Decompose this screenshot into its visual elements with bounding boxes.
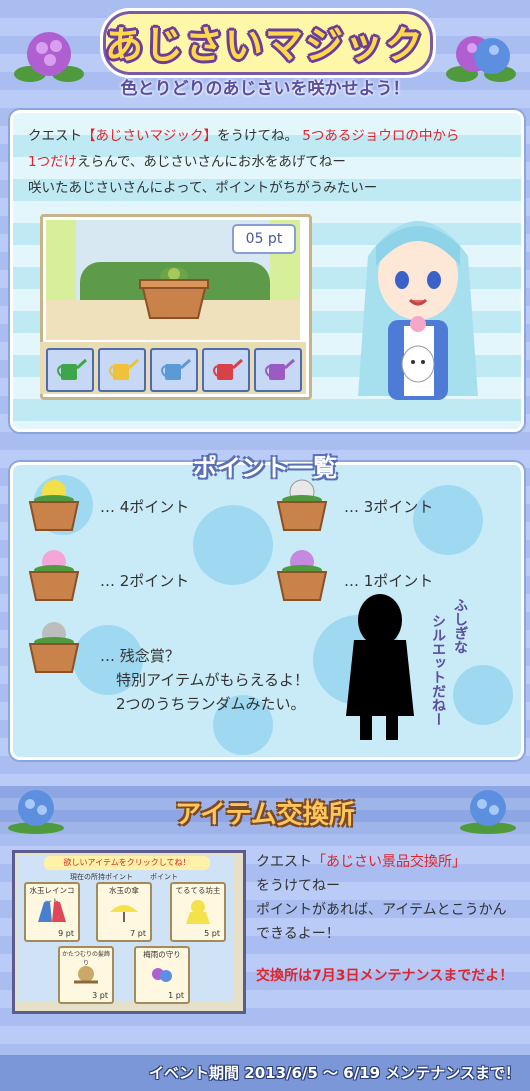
intro-word: をうけてね。 [217,128,298,144]
page-subtitle: 色とりどりのあじさいを咲かせよう！ [120,79,410,99]
character-illustration [358,221,478,400]
watering-can-red-button[interactable] [202,348,250,392]
watering-can-yellow-button[interactable] [98,348,146,392]
item-exchange-text: クエスト「あじさい景品交換所」 をうけてねー ポイントがあれば、アイテムとこうか… [256,850,526,988]
exchange-quest-name: 「あじさい景品交換所」 [312,854,466,870]
watering-can-green-button[interactable] [46,348,94,392]
intro-highlight: 5つあるジョウロの中から [302,128,460,144]
item-price: 9 pt [58,929,74,938]
watering-can-icon [109,358,139,380]
points-row-3: … 3ポイント [344,498,434,516]
item-price: 1 pt [168,991,184,1000]
exchange-notice: 交換所は7月3日メンテナンスまでだよ！ [256,968,514,984]
shop-item-raincoat[interactable]: 水玉レインコート 9 pt [24,882,80,942]
shop-item-snail-hairpin[interactable]: かたつむりの髪飾り 3 pt [58,946,114,1004]
silhouette-note-1: ふしぎな [452,598,468,654]
watering-can-icon [213,358,243,380]
item-text-line2: をうけてねー [256,878,340,894]
intro-highlight-only-one: 1つだけ [28,154,78,170]
watering-can-icon [57,358,87,380]
white-hydrangea-pot-icon [276,479,328,531]
page-title: あじさいマジック [104,23,425,67]
flower-pot-icon [139,267,209,319]
watering-can-icon [161,358,191,380]
points-row-2: … 2ポイント [100,572,190,590]
points-row-4: … 4ポイント [100,498,190,516]
consolation-text: … 残念賞？ 特別アイテムがもらえるよ！ 2つのうちランダムみたい。 [100,644,309,716]
shop-points-col: ポイント [150,873,178,881]
shop-item-umbrella[interactable]: 水玉の傘 7 pt [96,882,152,942]
watering-can-icon [265,358,295,380]
intro-word: クエスト [28,128,82,144]
purple-hydrangea-pot-icon [276,550,328,601]
quest-name: 【あじさいマジック】 [82,128,217,144]
points-row-1: … 1ポイント [344,572,434,590]
shop-item-teruteru[interactable]: てるてる坊主 5 pt [170,882,226,942]
snail-icon [74,966,98,984]
consolation-line-3: 2つのうちランダムみたい。 [116,695,306,713]
item-price: 5 pt [204,929,220,938]
charm-icon [152,968,172,982]
item-price: 3 pt [92,991,108,1000]
yellow-hydrangea-pot-icon [28,480,80,531]
item-name: 水玉の傘 [109,886,139,895]
item-exchange-title: アイテム交換所 [175,800,355,830]
umbrella-icon [110,905,138,922]
teruteru-icon [186,900,210,924]
gray-hydrangea-pot-icon [28,622,80,673]
intro-line2: えらんで、あじさいさんにお水をあげてねー [77,154,346,170]
consolation-line-1: … 残念賞？ [100,647,180,665]
watering-can-purple-button[interactable] [254,348,302,392]
points-display: 05 pt [232,224,296,254]
item-text-word: クエスト [256,854,312,870]
consolation-line-2: 特別アイテムがもらえるよ！ [116,671,310,689]
intro-text: クエスト【あじさいマジック】をうけてね。 5つあるジョウロの中から 1つだけえら… [28,123,508,201]
watering-can-blue-button[interactable] [150,348,198,392]
item-text-line4: できるよー！ [256,926,340,942]
silhouette-figure [346,594,414,740]
item-price: 7 pt [130,929,146,938]
item-name: てるてる坊主 [175,886,221,895]
raincoat-icon [38,902,66,922]
pink-hydrangea-pot-icon [28,550,80,601]
silhouette-note-2: シルエットだねー [430,614,446,726]
shop-item-charm[interactable]: 梅雨の守り 1 pt [134,946,190,1004]
shop-current-points: 現在の所持ポイント [70,873,133,881]
shop-header: 欲しいアイテムをクリックしてね！ [44,856,210,870]
item-text-line3: ポイントがあれば、アイテムとこうかん [256,902,507,918]
item-name: 梅雨の守り [143,950,181,959]
event-period: イベント期間 2013/6/5 ～ 6/19 メンテナンスまで！ [149,1064,520,1082]
